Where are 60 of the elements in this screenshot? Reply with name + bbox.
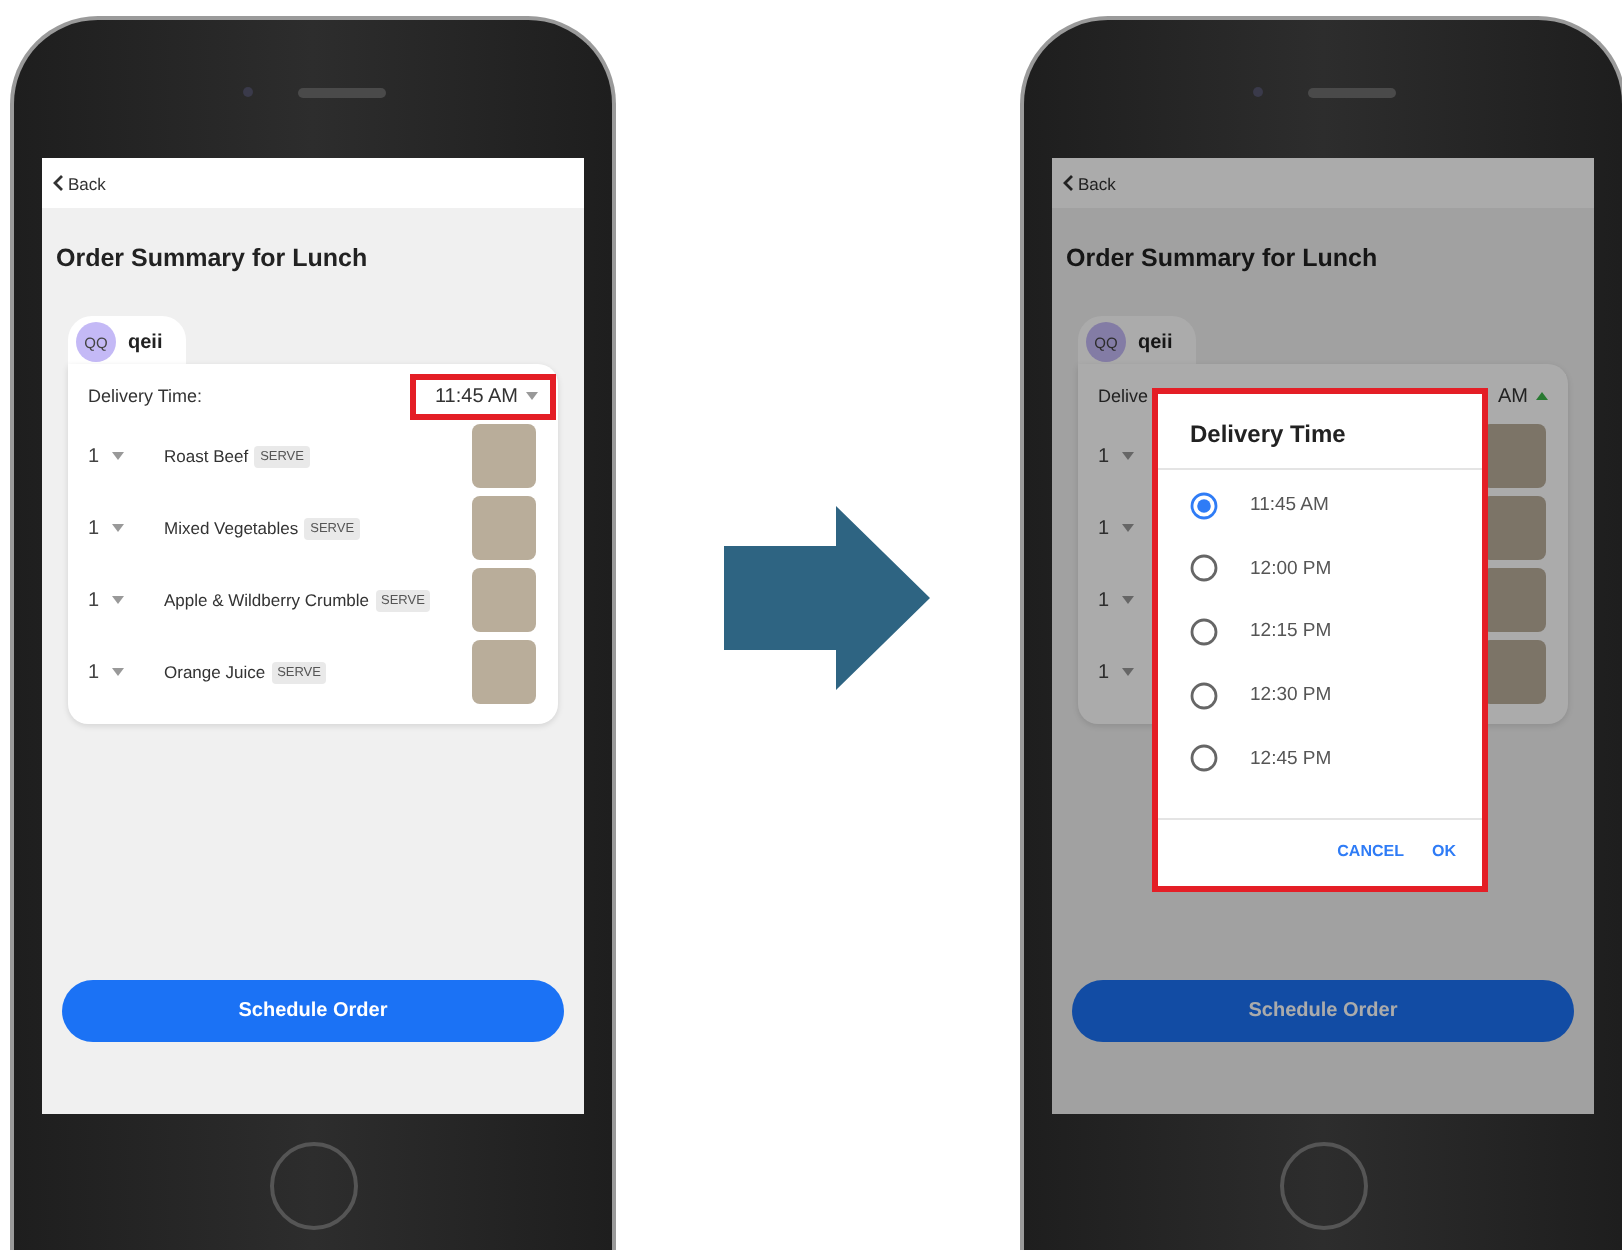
- photo-placeholder: [472, 424, 536, 488]
- item-name: Mixed Vegetables: [164, 518, 299, 538]
- time-option: 12:45 PM: [1250, 747, 1332, 770]
- item-name: Apple & Wildberry Crumble: [164, 590, 370, 610]
- time-option: 11:45 AM: [1250, 494, 1329, 517]
- item-name: Orange Juice: [164, 662, 266, 682]
- chevron-left-icon: [52, 174, 64, 192]
- quantity-dropdown[interactable]: 1: [88, 661, 164, 683]
- ok-button[interactable]: OK: [1426, 838, 1462, 864]
- caret-down-icon: [111, 452, 124, 460]
- delivery-label: Delivery Time:: [88, 386, 203, 406]
- caret-down-icon: [1121, 524, 1134, 532]
- arrow-icon: [724, 506, 930, 690]
- cancel-button[interactable]: CANCEL: [1331, 838, 1410, 864]
- quantity-dropdown[interactable]: 1: [1098, 589, 1174, 611]
- user-name: qeii: [1138, 331, 1173, 353]
- time-option: 12:30 PM: [1250, 684, 1332, 707]
- page-title: Order Summary for Lunch: [1066, 244, 1380, 272]
- dialog-title: Delivery Time: [1158, 394, 1482, 470]
- schedule-order-button[interactable]: Schedule Order: [1072, 980, 1574, 1042]
- radio-button[interactable]: [1190, 617, 1218, 646]
- quantity-dropdown[interactable]: 1: [88, 517, 164, 539]
- caret-down-icon: [1121, 452, 1134, 460]
- time-picker[interactable]: 11:45 AM: [410, 373, 556, 419]
- radio-button[interactable]: [1190, 744, 1218, 773]
- caret-down-icon: [111, 668, 124, 676]
- page-title: Order Summary for Lunch: [56, 244, 370, 272]
- quantity-dropdown[interactable]: 1: [1098, 517, 1174, 539]
- back-link[interactable]: Back: [1062, 173, 1116, 193]
- time-option: 12:15 PM: [1250, 620, 1332, 643]
- radio-button[interactable]: [1190, 554, 1218, 583]
- quantity-dropdown[interactable]: 1: [1098, 661, 1174, 683]
- photo-placeholder: [1482, 424, 1546, 488]
- photo-placeholder: [472, 640, 536, 704]
- radio-button[interactable]: [1190, 681, 1218, 710]
- caret-up-icon: [1536, 392, 1548, 400]
- delivery-label: Delive: [1098, 386, 1149, 406]
- quantity-dropdown[interactable]: 1: [88, 445, 164, 467]
- user-name: qeii: [128, 331, 163, 353]
- photo-placeholder: [472, 568, 536, 632]
- back-link[interactable]: Back: [52, 173, 106, 193]
- photo-placeholder: [1482, 640, 1546, 704]
- item-name: Roast Beef: [164, 446, 249, 466]
- time-option: 12:00 PM: [1250, 557, 1332, 580]
- speaker-icon: [1307, 87, 1395, 97]
- caret-down-icon: [1121, 668, 1134, 676]
- camera-icon: [241, 86, 253, 98]
- schedule-order-button[interactable]: Schedule Order: [62, 980, 564, 1042]
- caret-down-icon: [526, 392, 538, 400]
- radio-button[interactable]: [1190, 491, 1218, 520]
- camera-icon: [1251, 86, 1263, 98]
- caret-down-icon: [111, 524, 124, 532]
- quantity-dropdown[interactable]: 1: [88, 589, 164, 611]
- caret-down-icon: [1121, 596, 1134, 604]
- caret-down-icon: [111, 596, 124, 604]
- photo-placeholder: [472, 496, 536, 560]
- photo-placeholder: [1482, 568, 1546, 632]
- speaker-icon: [297, 87, 385, 97]
- photo-placeholder: [1482, 496, 1546, 560]
- chevron-left-icon: [1062, 174, 1074, 192]
